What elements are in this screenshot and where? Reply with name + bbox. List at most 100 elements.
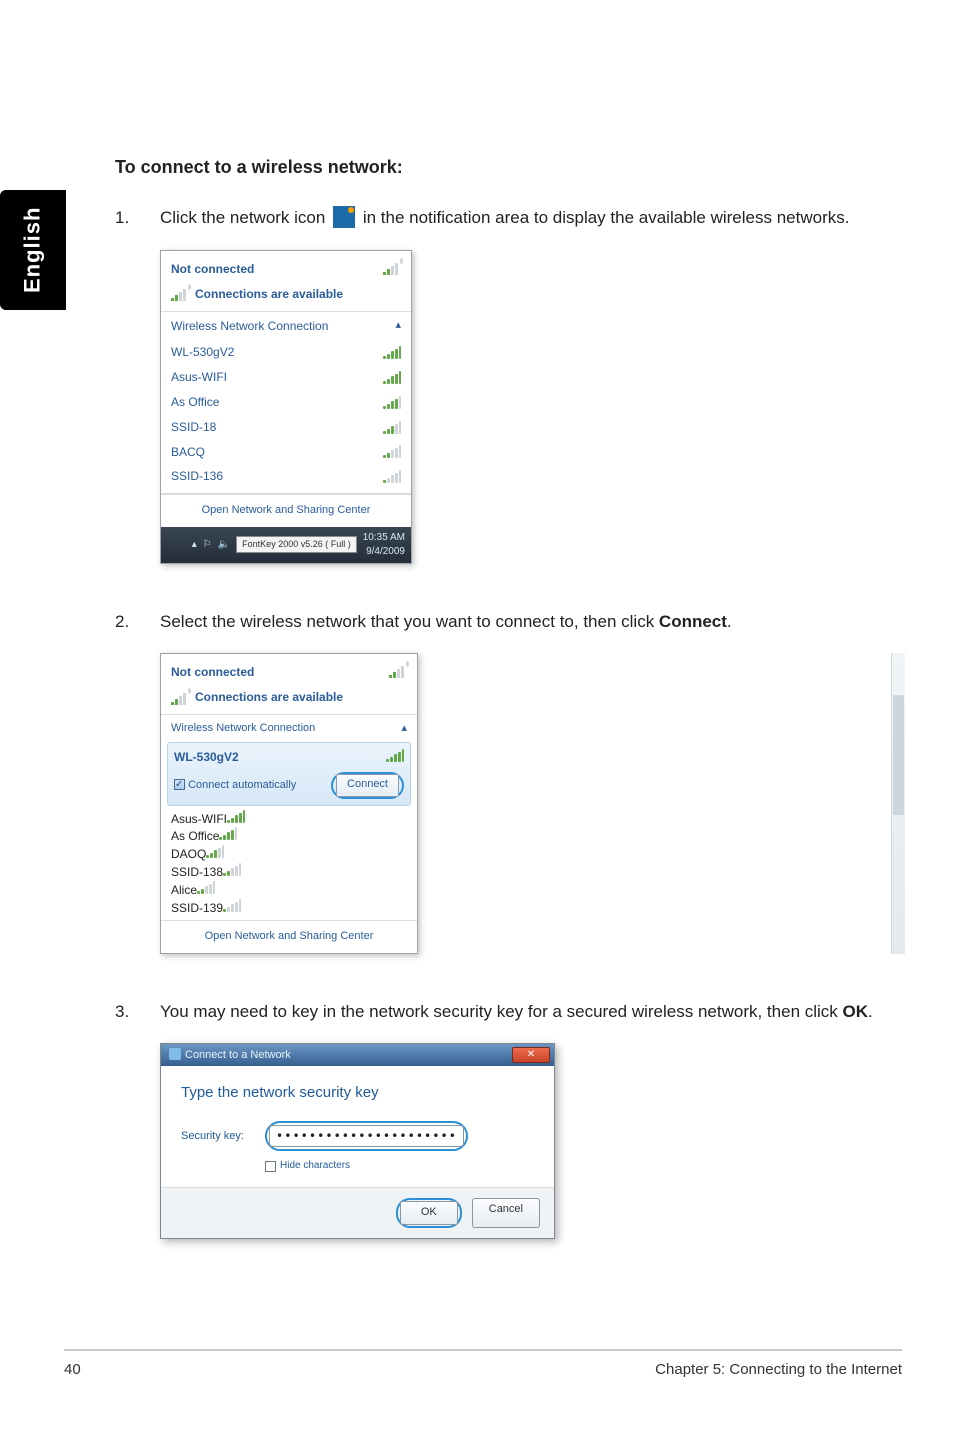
step-number: 3.	[115, 1000, 160, 1024]
signal-icon	[171, 287, 189, 301]
security-key-label: Security key:	[181, 1129, 249, 1144]
step3-pre: You may need to key in the network secur…	[160, 1002, 843, 1021]
security-key-dialog: Connect to a Network ✕ Type the network …	[160, 1043, 555, 1238]
signal-icon	[386, 749, 404, 762]
signal-icon	[383, 470, 401, 483]
status-text: Not connected	[171, 261, 254, 278]
cancel-button[interactable]: Cancel	[472, 1198, 540, 1227]
step-3: 3. You may need to key in the network se…	[115, 1000, 905, 1024]
input-highlight: ••••••••••••••••••••••	[265, 1121, 468, 1151]
network-item[interactable]: As Office	[171, 390, 401, 415]
scrollbar-thumb[interactable]	[893, 695, 904, 815]
signal-icon	[383, 396, 401, 409]
signal-icon	[383, 421, 401, 434]
ssid: DAOQ	[171, 847, 206, 861]
step2-post: .	[727, 612, 732, 631]
step2-bold: Connect	[659, 612, 727, 631]
hide-chars-label: Hide characters	[280, 1159, 350, 1173]
chapter-label: Chapter 5: Connecting to the Internet	[655, 1359, 902, 1380]
network-item[interactable]: SSID-136	[171, 464, 401, 489]
network-item[interactable]: As Office	[171, 827, 407, 845]
step1-post: in the notification area to display the …	[363, 208, 850, 227]
close-button[interactable]: ✕	[512, 1047, 550, 1063]
network-item[interactable]: WL-530gV2	[171, 340, 401, 365]
network-flyout: Not connected Connections are available …	[160, 250, 412, 564]
hide-chars-checkbox[interactable]	[265, 1161, 276, 1172]
step-2: 2. Select the wireless network that you …	[115, 610, 905, 634]
tray-tooltip: FontKey 2000 v5.26 ( Full )	[236, 536, 357, 553]
open-sharing-center-link[interactable]: Open Network and Sharing Center	[161, 494, 411, 526]
avail-text: Connections are available	[195, 689, 343, 706]
ssid: SSID-138	[171, 865, 223, 879]
language-tab: English	[0, 190, 66, 310]
chevron-up-icon[interactable]: ▴	[395, 318, 401, 335]
network-item[interactable]: SSID-138	[171, 863, 407, 881]
ssid: BACQ	[171, 444, 205, 461]
step3-post: .	[868, 1002, 873, 1021]
ssid: SSID-18	[171, 419, 216, 436]
network-item[interactable]: Alice	[171, 881, 407, 899]
screenshot-connect: Not connected Connections are available …	[160, 653, 905, 953]
ssid: WL-530gV2	[171, 344, 234, 361]
signal-icon	[206, 845, 224, 858]
page-footer: 40 Chapter 5: Connecting to the Internet	[64, 1349, 902, 1380]
connect-button[interactable]: Connect	[336, 774, 399, 796]
network-item[interactable]: SSID-18	[171, 415, 401, 440]
signal-icon	[383, 261, 401, 275]
tray-date: 9/4/2009	[363, 545, 405, 559]
step-number: 1.	[115, 206, 160, 230]
ssid: Asus-WIFI	[171, 369, 227, 386]
signal-icon	[223, 899, 241, 912]
signal-icon	[197, 881, 215, 894]
tray-time: 10:35 AM	[363, 531, 405, 545]
ok-highlight: OK	[396, 1198, 462, 1227]
step-1: 1. Click the network icon in the notific…	[115, 206, 905, 230]
category-label: Wireless Network Connection	[171, 318, 328, 335]
volume-icon[interactable]: 🔈	[218, 538, 230, 552]
signal-icon	[219, 827, 237, 840]
network-flyout: Not connected Connections are available …	[160, 653, 418, 953]
ssid: As Office	[171, 829, 219, 843]
step3-bold: OK	[843, 1002, 869, 1021]
signal-icon	[223, 863, 241, 876]
status-text: Not connected	[171, 664, 254, 681]
ok-button[interactable]: OK	[400, 1201, 458, 1224]
connect-highlight: Connect	[331, 772, 404, 798]
signal-icon	[383, 445, 401, 458]
ssid: Asus-WIFI	[171, 812, 227, 826]
auto-connect-checkbox[interactable]	[174, 779, 185, 790]
tray-clock[interactable]: 10:35 AM 9/4/2009	[363, 531, 405, 559]
screenshot-network-list: Not connected Connections are available …	[160, 250, 905, 564]
step2-pre: Select the wireless network that you wan…	[160, 612, 659, 631]
chevron-up-icon[interactable]: ▴	[401, 721, 407, 736]
auto-label: Connect automatically	[188, 779, 296, 791]
ssid: WL-530gV2	[174, 749, 239, 766]
step1-pre: Click the network icon	[160, 208, 325, 227]
page-number: 40	[64, 1359, 81, 1380]
ssid: As Office	[171, 394, 219, 411]
open-sharing-center-link[interactable]: Open Network and Sharing Center	[161, 921, 417, 952]
avail-text: Connections are available	[195, 286, 343, 303]
network-item[interactable]: DAOQ	[171, 845, 407, 863]
dialog-title: Connect to a Network	[169, 1048, 291, 1063]
signal-icon	[383, 346, 401, 359]
ssid: Alice	[171, 883, 197, 897]
signal-icon	[383, 371, 401, 384]
signal-icon	[171, 691, 189, 705]
selected-network[interactable]: WL-530gV2 Connect automatically Connect	[167, 742, 411, 805]
security-key-input[interactable]: ••••••••••••••••••••••	[269, 1125, 464, 1147]
network-item[interactable]: SSID-139	[171, 899, 407, 917]
network-item[interactable]: Asus-WIFI	[171, 810, 407, 828]
tray-arrow-icon[interactable]: ▴	[192, 538, 197, 552]
flag-icon[interactable]: ⚐	[203, 538, 212, 552]
dialog-heading: Type the network security key	[181, 1082, 534, 1103]
signal-icon	[227, 810, 245, 823]
screenshot-security-key: Connect to a Network ✕ Type the network …	[160, 1043, 905, 1238]
network-item[interactable]: BACQ	[171, 440, 401, 465]
step-number: 2.	[115, 610, 160, 634]
ssid: SSID-139	[171, 901, 223, 915]
network-tray-icon	[333, 206, 355, 228]
category-label: Wireless Network Connection	[171, 721, 315, 736]
scrollbar[interactable]	[891, 653, 905, 953]
network-item[interactable]: Asus-WIFI	[171, 365, 401, 390]
